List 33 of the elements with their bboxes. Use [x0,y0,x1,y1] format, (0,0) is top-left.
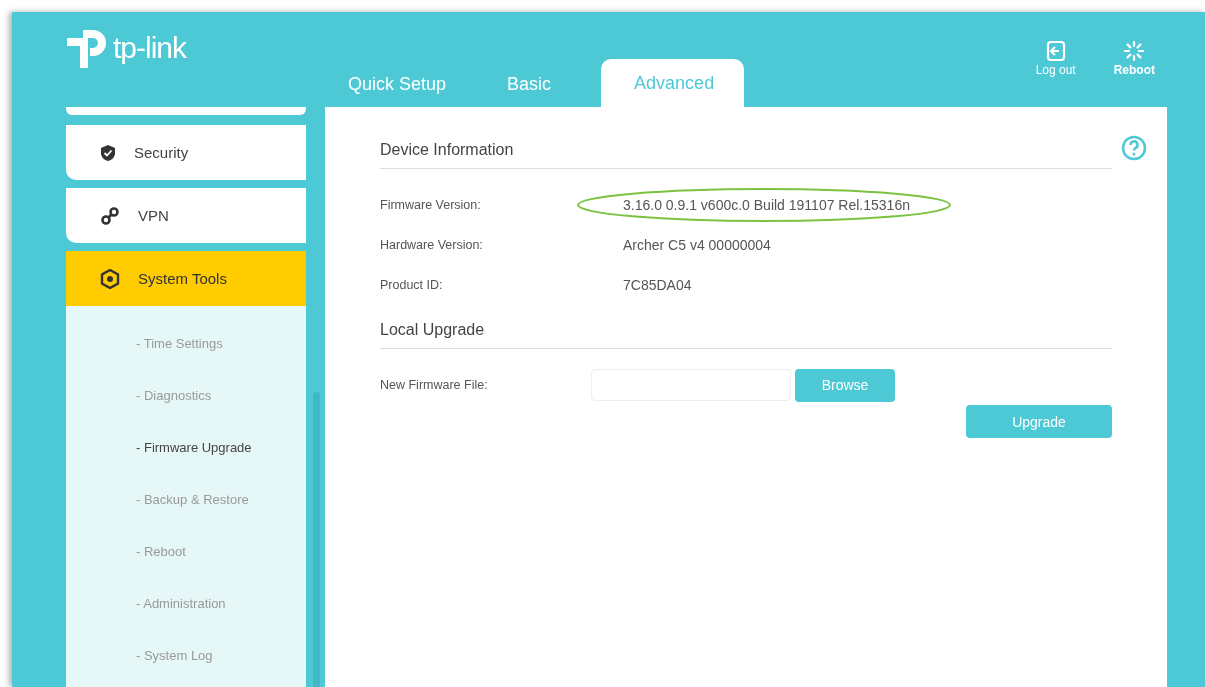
logout-icon[interactable] [1045,40,1066,62]
link-icon [100,205,120,226]
field-label: Product ID: [380,278,444,292]
nav-tab[interactable]: Quick Setup [325,74,485,107]
field-label: Hardware Version: [380,238,484,252]
submenu-item[interactable]: - Reboot [66,526,306,578]
shield-icon [100,143,116,162]
reboot-icon[interactable] [1123,40,1146,62]
menu-item[interactable]: Security [66,125,306,180]
submenu-item[interactable]: - Firmware Upgrade [66,422,306,474]
brand-name: tp-link [113,31,187,65]
menu-item[interactable]: VPN [66,188,306,243]
nav-tab[interactable]: Basic [484,74,602,107]
field-value: 7C85DA04 [623,277,692,293]
submenu-item[interactable]: - Administration [66,578,306,630]
field-label: New Firmware File: [380,378,489,392]
nav-tab[interactable]: Advanced [601,59,745,107]
field-label: Firmware Version: [380,198,482,212]
action-label[interactable]: Reboot [1113,63,1155,77]
field-value: Archer C5 v4 00000004 [623,237,771,253]
browse-button[interactable]: Browse [795,368,895,402]
upgrade-button[interactable]: Upgrade [966,405,1112,438]
section-title: Device Information [380,141,1112,169]
help-icon[interactable] [1121,135,1147,161]
section-title: Local Upgrade [380,321,1112,349]
action-label[interactable]: Log out [1035,63,1076,77]
submenu-item[interactable]: - System Log [66,630,306,682]
submenu-item[interactable]: - Backup & Restore [66,474,306,526]
menu-item[interactable]: System Tools [66,251,306,306]
submenu-item[interactable]: - Time Settings [66,318,306,370]
submenu-item[interactable]: - Diagnostics [66,370,306,422]
gear-icon [100,268,120,289]
field-value: 3.16.0 0.9.1 v600c.0 Build 191107 Rel.15316n [623,197,910,213]
